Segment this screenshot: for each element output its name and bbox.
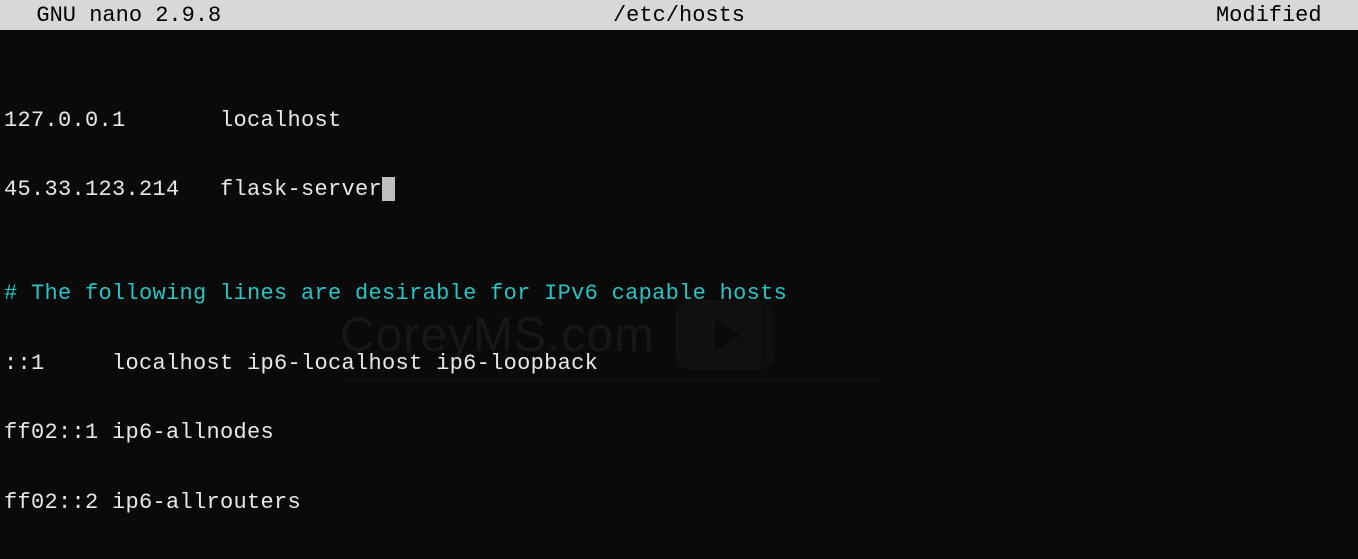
editor-line: ::1 localhost ip6-localhost ip6-loopback	[4, 347, 1354, 382]
editor-line: ff02::1 ip6-allnodes	[4, 416, 1354, 451]
editor-name-version: GNU nano 2.9.8	[10, 3, 221, 28]
modified-status: Modified	[1216, 3, 1348, 28]
editor-content[interactable]: 127.0.0.1 localhost 45.33.123.214 flask-…	[0, 30, 1358, 559]
editor-line: 127.0.0.1 localhost	[4, 104, 1354, 139]
editor-comment-line: # The following lines are desirable for …	[4, 277, 1354, 312]
watermark-underline	[340, 380, 880, 381]
cursor	[382, 177, 395, 201]
line-text: 45.33.123.214 flask-server	[4, 177, 382, 202]
file-path: /etc/hosts	[613, 3, 745, 28]
nano-titlebar: GNU nano 2.9.8 /etc/hosts Modified	[0, 0, 1358, 30]
editor-line: 45.33.123.214 flask-server	[4, 173, 1354, 208]
editor-line: ff02::2 ip6-allrouters	[4, 486, 1354, 521]
